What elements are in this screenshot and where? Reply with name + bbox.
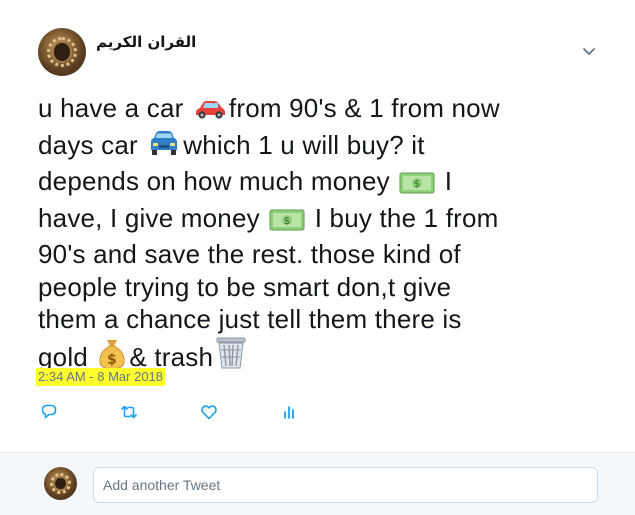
author-name[interactable]: القران الكريم: [96, 33, 196, 51]
svg-text:$: $: [414, 179, 421, 190]
tweet-actions: [0, 401, 635, 423]
tweet-card: القران الكريم u have a car from 90's & 1…: [0, 0, 635, 452]
user-avatar[interactable]: [44, 467, 77, 500]
wastebasket-emoji: [215, 336, 247, 378]
reply-icon[interactable]: [38, 401, 60, 423]
reply-input[interactable]: Add another Tweet: [93, 467, 598, 503]
blue-car-emoji: [147, 130, 181, 166]
analytics-icon[interactable]: [278, 401, 300, 423]
tweet-text: u have a car from 90's & 1 from now days…: [38, 92, 508, 377]
svg-text:$: $: [284, 216, 291, 227]
like-icon[interactable]: [198, 401, 220, 423]
tweet-timestamp[interactable]: 2:34 AM - 8 Mar 2018: [36, 368, 166, 386]
tweet-text-segment: u have a car: [38, 93, 191, 123]
tweet-text-segment: & trash: [129, 341, 214, 372]
retweet-icon[interactable]: [118, 401, 140, 423]
svg-text:$: $: [107, 352, 117, 368]
chevron-down-icon[interactable]: [580, 42, 598, 60]
dollar-bill-emoji: $: [269, 206, 305, 239]
red-car-emoji: [193, 96, 227, 129]
author-avatar[interactable]: [38, 28, 86, 76]
dollar-bill-emoji: $: [399, 169, 435, 202]
